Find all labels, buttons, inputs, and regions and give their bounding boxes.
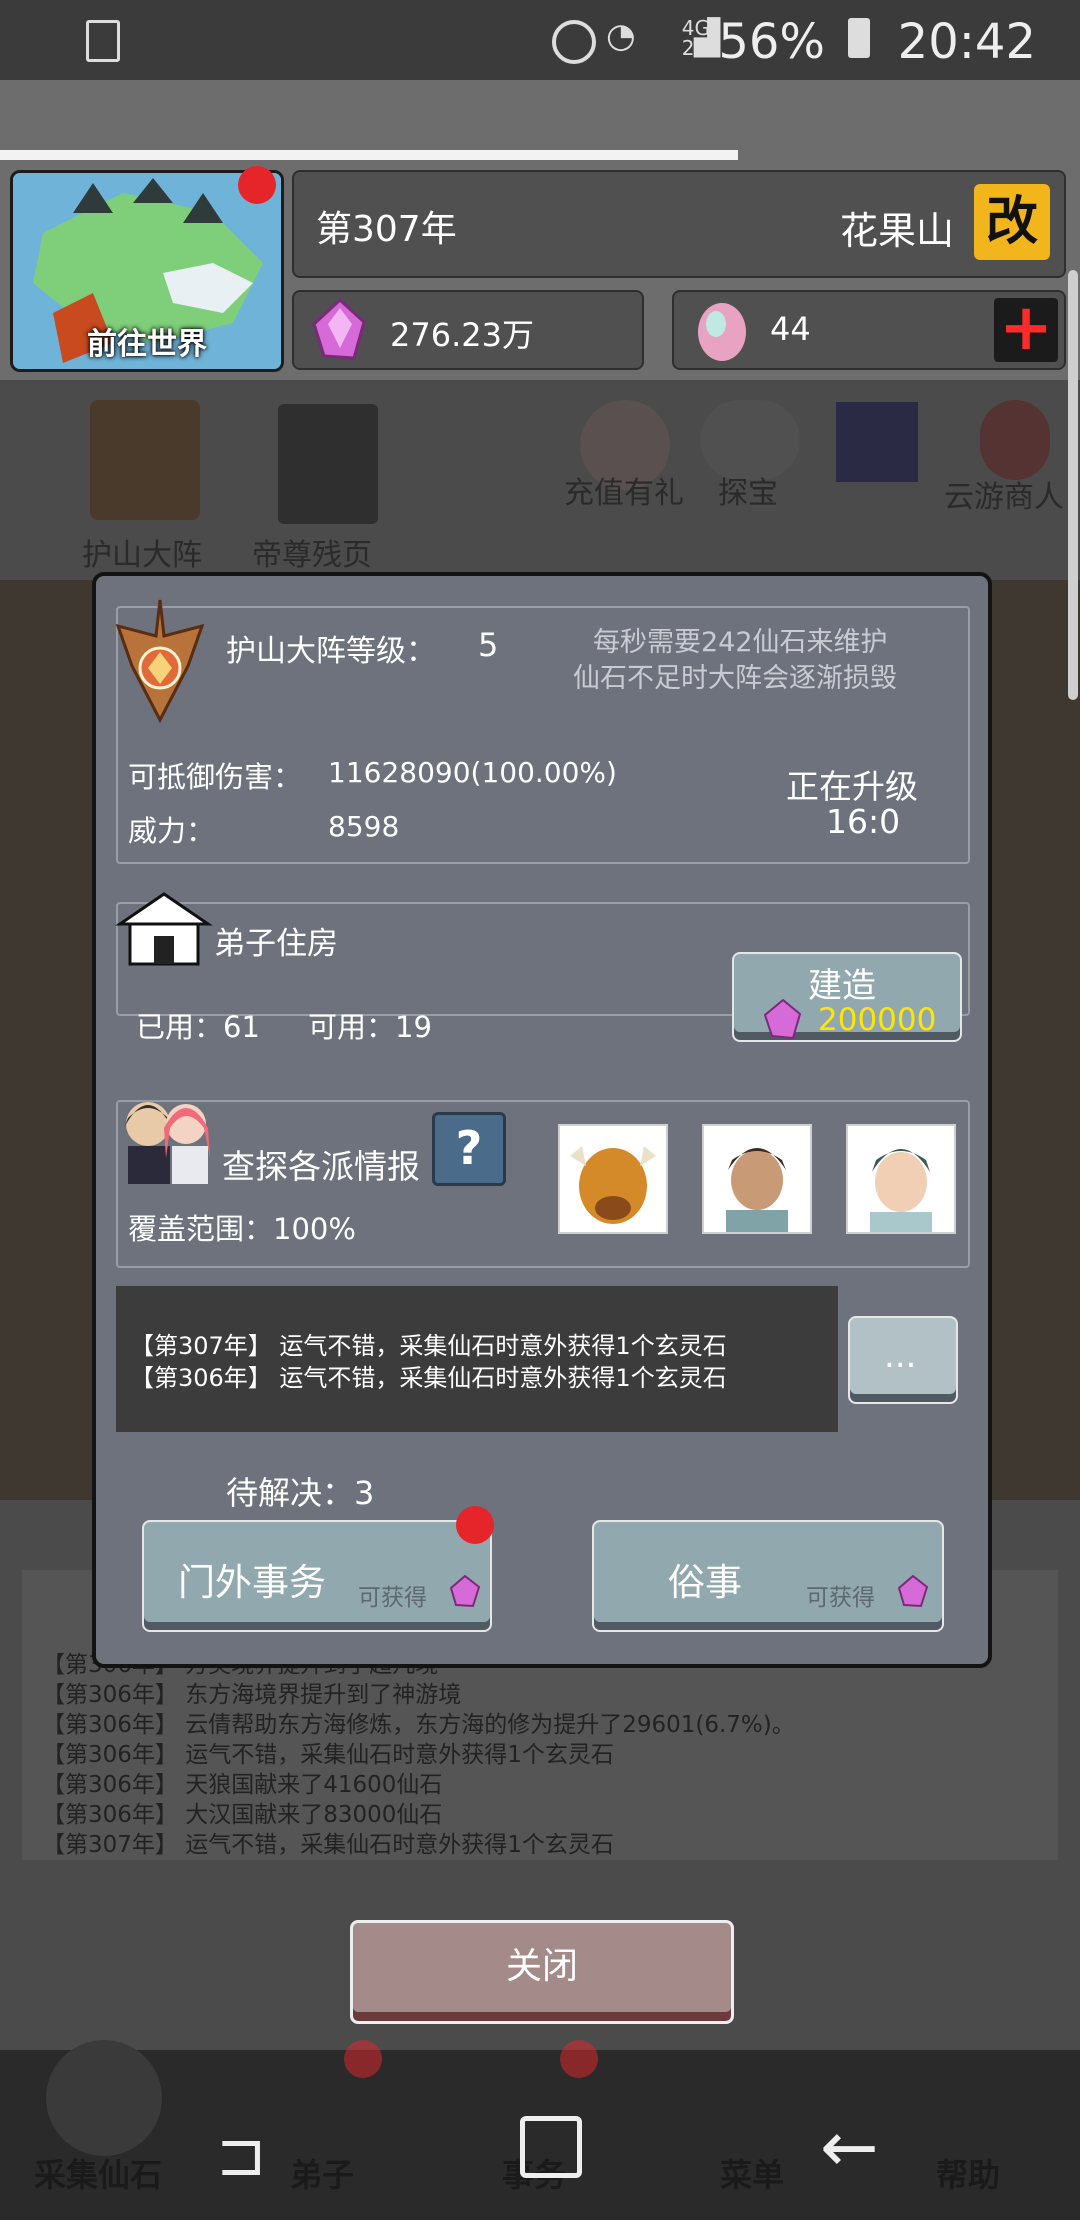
nav-menu[interactable]: 菜单 — [720, 2150, 784, 2196]
spirit-egg-icon — [698, 303, 746, 361]
notification-dot — [456, 1506, 494, 1544]
intel-title: 查探各派情报 — [222, 1147, 420, 1186]
more-log-button[interactable]: ... — [848, 1316, 958, 1404]
maintenance-notice-2: 仙石不足时大阵会逐渐损毁 — [573, 663, 897, 694]
event-log-line: 【第307年】 运气不错，采集仙石时意外获得1个玄灵石 — [130, 1332, 727, 1360]
mundane-affairs-button[interactable]: 俗事 可获得 — [592, 1520, 944, 1632]
notification-dot — [344, 2040, 382, 2078]
upgrade-status: 正在升级 — [786, 767, 918, 806]
sim-icon — [86, 20, 120, 62]
formation-icon — [90, 400, 200, 520]
housing-available: 可用：19 — [308, 1010, 432, 1044]
add-button[interactable]: + — [994, 296, 1058, 362]
disciple-avatar-youth[interactable] — [846, 1124, 956, 1234]
formation-modal: 护山大阵等级： 5 每秒需要242仙石来维护 仙石不足时大阵会逐渐损毁 可抵御伤… — [92, 572, 992, 1668]
battery-icon — [848, 18, 870, 58]
sect-location: 花果山 — [839, 209, 954, 253]
bg-log-line: 【第306年】 云倩帮助东方海修炼，东方海的修为提升了29601(6.7%)。 — [42, 1712, 795, 1738]
upgrade-timer: 16:0 — [826, 802, 901, 841]
formation-level-label: 护山大阵等级： — [226, 634, 436, 669]
outer-affairs-reward: 可获得 — [358, 1585, 427, 1611]
outer-affairs-button[interactable]: 门外事务 可获得 — [142, 1520, 492, 1632]
disciple-portrait-1 — [704, 1126, 810, 1232]
spirit-stone-counter: 276.23万 — [292, 290, 644, 370]
event-log-line: 【第306年】 运气不错，采集仙石时意外获得1个玄灵石 — [130, 1364, 727, 1392]
spirit-stone-icon — [897, 1574, 929, 1608]
spirit-stone-amount: 276.23万 — [390, 316, 534, 354]
current-year: 第307年 — [316, 209, 457, 250]
progress-bar — [0, 150, 738, 160]
egg-counter: 44 + — [672, 290, 1066, 370]
housing-title: 弟子住房 — [214, 926, 338, 962]
close-button[interactable]: 关闭 — [350, 1920, 734, 2024]
more-label: ... — [884, 1336, 917, 1376]
spies-portrait — [124, 1102, 210, 1184]
alarm-icon — [552, 20, 596, 64]
wifi-icon: ◔ — [606, 16, 636, 56]
build-label: 建造 — [808, 966, 876, 1006]
bg-log-line: 【第307年】 运气不错，采集仙石时意外获得1个玄灵石 — [42, 1832, 614, 1858]
year-location-panel: 第307年 花果山 改 — [292, 170, 1066, 278]
disciple-portrait-2 — [848, 1126, 954, 1232]
bg-label-book: 帝尊残页 — [252, 538, 372, 573]
formation-section: 护山大阵等级： 5 每秒需要242仙石来维护 仙石不足时大阵会逐渐损毁 可抵御伤… — [115, 599, 970, 864]
gift-box-icon — [836, 402, 918, 482]
ox-demon-avatar[interactable] — [558, 1124, 668, 1234]
clock: 20:42 — [897, 14, 1036, 70]
notification-dot — [238, 166, 276, 204]
bg-label-merchant: 云游商人 — [944, 480, 1064, 515]
spirit-stone-icon — [763, 998, 802, 1040]
house-icon — [115, 892, 213, 966]
bg-label-treasure: 探宝 — [718, 476, 778, 511]
right-scroll — [986, 580, 1080, 1500]
bg-log-line: 【第306年】 运气不错，采集仙石时意外获得1个玄灵石 — [42, 1742, 614, 1768]
intel-section: 查探各派情报 覆盖范围：100% — [116, 1100, 970, 1268]
power-value: 8598 — [328, 810, 400, 843]
outer-affairs-label: 门外事务 — [178, 1561, 326, 1604]
formation-level-value: 5 — [478, 626, 499, 664]
battery-percent: 56% — [718, 14, 825, 70]
pending-count: 待解决：3 — [226, 1474, 375, 1512]
bg-log-line: 【第306年】 天狼国献来了41600仙石 — [42, 1772, 443, 1798]
spirit-stone-icon — [312, 298, 366, 360]
defense-value: 11628090(100.00%) — [328, 756, 617, 789]
book-icon — [278, 404, 378, 524]
power-label: 威力： — [128, 814, 216, 848]
signal-icon: ▟ — [694, 18, 721, 58]
defense-label: 可抵御伤害： — [128, 760, 303, 794]
housing-used: 已用：61 — [136, 1010, 260, 1044]
bg-log-line: 【第306年】 大汉国献来了83000仙石 — [42, 1802, 443, 1828]
formation-emblem-icon — [115, 599, 205, 724]
world-map-button[interactable]: 前往世界 — [10, 170, 284, 372]
disciple-avatar-male[interactable] — [702, 1124, 812, 1234]
nav-disciples[interactable]: 弟子 — [290, 2150, 354, 2196]
pickaxe-icon — [46, 2040, 162, 2156]
build-button[interactable]: 建造 200000 — [732, 952, 962, 1042]
left-scroll — [0, 580, 92, 1500]
status-bar: ◔ 4G 2G ▟ 56% 20:42 — [0, 0, 1080, 80]
nav-collect[interactable]: 采集仙石 — [34, 2150, 162, 2196]
world-map-label: 前往世界 — [87, 327, 207, 362]
intel-coverage: 覆盖范围：100% — [128, 1212, 356, 1246]
scrollbar[interactable] — [1068, 270, 1078, 700]
egg-amount: 44 — [770, 310, 811, 348]
event-log: 【第307年】 运气不错，采集仙石时意外获得1个玄灵石 【第306年】 运气不错… — [116, 1286, 838, 1432]
mundane-affairs-label: 俗事 — [668, 1561, 742, 1604]
rename-button[interactable]: 改 — [974, 184, 1050, 260]
mundane-affairs-reward: 可获得 — [806, 1585, 875, 1611]
ox-demon-portrait — [560, 1126, 666, 1232]
spirit-stone-icon — [449, 1574, 481, 1608]
merchant-icon — [980, 400, 1050, 480]
bg-label-recharge: 充值有礼 — [564, 476, 684, 511]
home-icon[interactable] — [520, 2116, 582, 2178]
recent-apps-icon[interactable]: ⊐ — [216, 2120, 266, 2190]
intel-help-button[interactable]: ? — [432, 1112, 506, 1186]
build-cost: 200000 — [818, 1002, 937, 1038]
back-icon[interactable]: ← — [820, 2106, 879, 2188]
bg-label-formation: 护山大阵 — [82, 538, 202, 573]
maintenance-notice-1: 每秒需要242仙石来维护 — [593, 627, 888, 658]
bg-log-line: 【第306年】 东方海境界提升到了神游境 — [42, 1682, 462, 1708]
notification-dot — [560, 2040, 598, 2078]
nav-help[interactable]: 帮助 — [936, 2150, 1000, 2196]
